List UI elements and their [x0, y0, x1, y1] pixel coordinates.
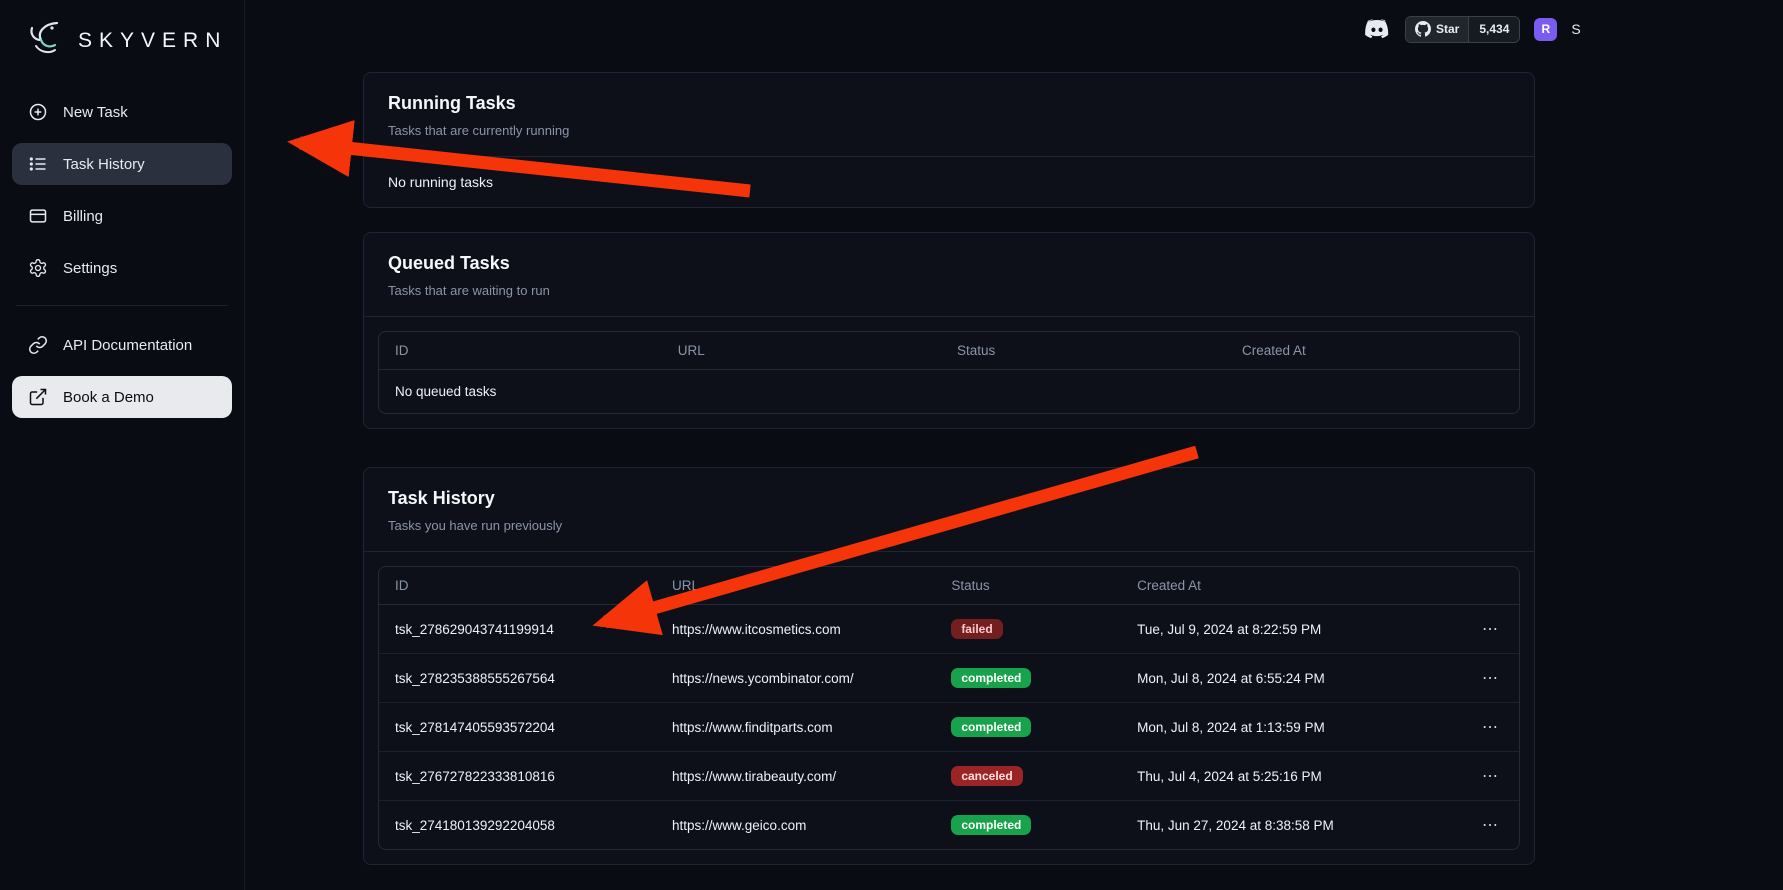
table-header-row: ID URL Status Created At [379, 332, 1519, 370]
main-content: Running Tasks Tasks that are currently r… [363, 72, 1535, 865]
task-url-cell: https://www.itcosmetics.com [656, 605, 935, 654]
table-header-row: ID URL Status Created At [379, 567, 1519, 605]
status-badge: failed [951, 619, 1002, 639]
avatar[interactable]: R [1534, 18, 1557, 41]
running-tasks-card: Running Tasks Tasks that are currently r… [363, 72, 1535, 208]
column-header-url: URL [656, 567, 935, 605]
running-tasks-header: Running Tasks Tasks that are currently r… [364, 73, 1534, 157]
task-created-cell: Thu, Jul 4, 2024 at 5:25:16 PM [1121, 752, 1462, 801]
status-badge: completed [951, 668, 1031, 688]
empty-row: No queued tasks [379, 370, 1519, 414]
task-history-card: Task History Tasks you have run previous… [363, 467, 1535, 865]
task-id-cell: tsk_278147405593572204 [379, 703, 656, 752]
sidebar-item-new-task[interactable]: New Task [12, 91, 232, 133]
queued-tasks-header: Queued Tasks Tasks that are waiting to r… [364, 233, 1534, 317]
section-subtitle: Tasks that are currently running [388, 123, 1510, 138]
section-subtitle: Tasks that are waiting to run [388, 283, 1510, 298]
task-created-cell: Mon, Jul 8, 2024 at 1:13:59 PM [1121, 703, 1462, 752]
table-row[interactable]: tsk_278235388555267564 https://news.ycom… [379, 654, 1519, 703]
plus-circle-icon [28, 102, 48, 122]
row-menu-button[interactable]: ⋯ [1482, 815, 1499, 835]
discord-icon[interactable] [1363, 15, 1391, 43]
column-header-status: Status [941, 332, 1226, 370]
sidebar-item-billing[interactable]: Billing [12, 195, 232, 237]
sidebar-item-label: Settings [63, 260, 117, 277]
task-created-cell: Thu, Jun 27, 2024 at 8:38:58 PM [1121, 801, 1462, 850]
row-menu-button[interactable]: ⋯ [1482, 619, 1499, 639]
external-link-icon [28, 387, 48, 407]
list-icon [28, 154, 48, 174]
sidebar-item-label: New Task [63, 104, 128, 121]
column-header-created-at: Created At [1226, 332, 1519, 370]
sidebar-item-label: Book a Demo [63, 389, 154, 406]
task-history-table: ID URL Status Created At tsk_27862904374… [378, 566, 1520, 850]
table-row[interactable]: tsk_274180139292204058 https://www.geico… [379, 801, 1519, 850]
task-id-cell: tsk_278629043741199914 [379, 605, 656, 654]
task-url-cell: https://news.ycombinator.com/ [656, 654, 935, 703]
task-id-cell: tsk_276727822333810816 [379, 752, 656, 801]
sidebar-item-label: Billing [63, 208, 103, 225]
task-created-cell: Mon, Jul 8, 2024 at 6:55:24 PM [1121, 654, 1462, 703]
row-menu-button[interactable]: ⋯ [1482, 766, 1499, 786]
topbar: Star 5,434 R S [1363, 15, 1581, 43]
brand-name: SKYVERN [78, 29, 227, 53]
row-menu-button[interactable]: ⋯ [1482, 668, 1499, 688]
status-badge: canceled [951, 766, 1022, 786]
queued-tasks-table: ID URL Status Created At No queued tasks [378, 331, 1520, 414]
skyvern-logo[interactable]: SKYVERN [12, 10, 232, 91]
column-header-id: ID [379, 567, 656, 605]
clipped-topbar-text: S [1571, 21, 1580, 37]
book-a-demo-button[interactable]: Book a Demo [12, 376, 232, 418]
sidebar-item-task-history[interactable]: Task History [12, 143, 232, 185]
section-title: Task History [388, 488, 1510, 509]
gear-icon [28, 258, 48, 278]
github-star-count[interactable]: 5,434 [1468, 17, 1519, 42]
queued-tasks-empty: No queued tasks [379, 370, 1519, 414]
task-id-cell: tsk_278235388555267564 [379, 654, 656, 703]
task-url-cell: https://www.tirabeauty.com/ [656, 752, 935, 801]
queued-tasks-card: Queued Tasks Tasks that are waiting to r… [363, 232, 1535, 429]
task-id-cell: tsk_274180139292204058 [379, 801, 656, 850]
task-history-header: Task History Tasks you have run previous… [364, 468, 1534, 552]
column-header-created-at: Created At [1121, 567, 1462, 605]
credit-card-icon [28, 206, 48, 226]
status-badge: completed [951, 815, 1031, 835]
sidebar-item-label: API Documentation [63, 337, 192, 354]
table-row[interactable]: tsk_278147405593572204 https://www.findi… [379, 703, 1519, 752]
column-header-url: URL [662, 332, 941, 370]
status-badge: completed [951, 717, 1031, 737]
column-header-actions [1462, 567, 1519, 605]
table-row[interactable]: tsk_278629043741199914 https://www.itcos… [379, 605, 1519, 654]
task-url-cell: https://www.finditparts.com [656, 703, 935, 752]
column-header-id: ID [379, 332, 662, 370]
link-icon [28, 335, 48, 355]
running-tasks-empty: No running tasks [364, 157, 1534, 207]
sidebar-item-api-documentation[interactable]: API Documentation [12, 324, 232, 366]
row-menu-button[interactable]: ⋯ [1482, 717, 1499, 737]
github-star-widget[interactable]: Star 5,434 [1405, 16, 1520, 43]
sidebar: SKYVERN New Task Task History Billing Se… [0, 0, 245, 890]
app-root: { "brand": { "name": "SKYVERN" }, "sideb… [0, 0, 1783, 890]
github-star-button[interactable]: Star [1406, 17, 1468, 42]
section-subtitle: Tasks you have run previously [388, 518, 1510, 533]
section-title: Queued Tasks [388, 253, 1510, 274]
task-created-cell: Tue, Jul 9, 2024 at 8:22:59 PM [1121, 605, 1462, 654]
section-title: Running Tasks [388, 93, 1510, 114]
sidebar-divider [16, 305, 228, 306]
sidebar-item-settings[interactable]: Settings [12, 247, 232, 289]
github-icon [1415, 21, 1431, 37]
table-row[interactable]: tsk_276727822333810816 https://www.tirab… [379, 752, 1519, 801]
skyvern-logo-icon [24, 16, 68, 65]
column-header-status: Status [935, 567, 1121, 605]
github-star-label: Star [1436, 22, 1459, 36]
sidebar-item-label: Task History [63, 156, 145, 173]
task-url-cell: https://www.geico.com [656, 801, 935, 850]
